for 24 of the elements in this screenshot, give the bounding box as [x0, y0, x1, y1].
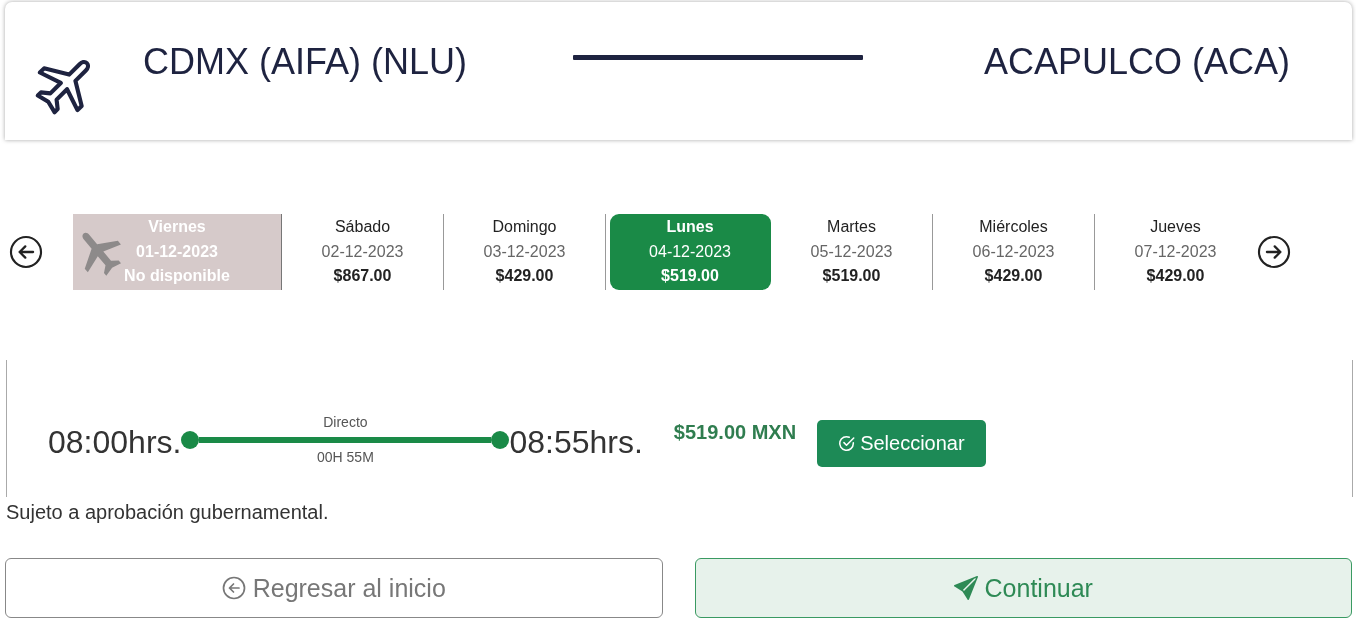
- arrow-left-circle-icon[interactable]: [9, 235, 43, 269]
- date-tab[interactable]: Jueves 07-12-2023 $429.00: [1095, 214, 1257, 290]
- arrival-time: 08:55hrs.: [509, 423, 643, 461]
- date-tab[interactable]: Miércoles 06-12-2023 $429.00: [933, 214, 1095, 290]
- origin-city: CDMX (AIFA) (NLU): [143, 40, 467, 84]
- date-tab[interactable]: Lunes 04-12-2023 $519.00: [610, 214, 771, 290]
- stops-label: Directo: [323, 414, 368, 431]
- route-dot-icon: [181, 431, 200, 449]
- disclaimer-text: Sujeto a aprobación gubernamental.: [6, 500, 329, 524]
- arrow-right-circle-icon[interactable]: [1257, 235, 1291, 269]
- date-tab[interactable]: Domingo 03-12-2023 $429.00: [444, 214, 606, 290]
- date-tab[interactable]: Sábado 02-12-2023 $867.00: [282, 214, 444, 290]
- check-circle-icon: [838, 435, 856, 452]
- arrow-left-circle-icon: [221, 576, 246, 600]
- departure-time: 08:00hrs.: [48, 423, 182, 461]
- select-button[interactable]: Seleccionar: [817, 420, 986, 467]
- continue-button[interactable]: Continuar: [694, 558, 1352, 618]
- duration-label: 00H 55M: [317, 450, 374, 464]
- destination-city: ACAPULCO (ACA): [983, 40, 1290, 84]
- date-tab[interactable]: Martes 05-12-2023 $519.00: [771, 214, 933, 290]
- fare-price: $519.00 MXN: [673, 420, 797, 444]
- send-icon: [953, 576, 978, 600]
- back-button[interactable]: Regresar al inicio: [5, 558, 663, 618]
- route-dot-icon: [491, 431, 510, 449]
